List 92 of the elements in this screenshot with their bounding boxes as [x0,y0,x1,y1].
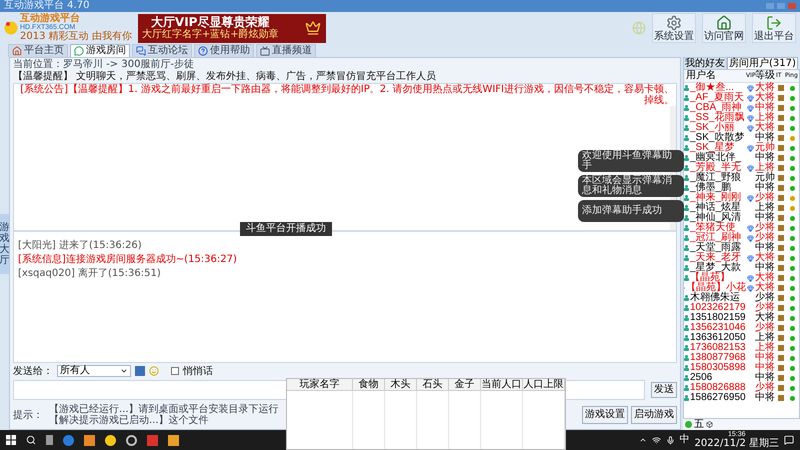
user-name: _笨猪天使 [690,223,736,233]
banner-subline: 大厅红字名字+蓝钻+爵炫勋章 [142,29,279,40]
chat-message: [系统信息]连接游戏房间服务器成功~(15:36:27) [18,254,238,265]
user-name: _SK_星梦 [690,143,734,153]
user-name: _星梦_大款 [690,263,742,273]
notification-text: 添加弹幕助手成功 [582,206,662,216]
user-name: 木翱佛朱运 [690,293,740,303]
user-name: 1586276950 [690,393,746,403]
user-level: 中将 [755,393,776,403]
user-level: 大将 [755,283,776,293]
user-name: 1580305898 [690,363,746,373]
user-name: 1580826888 [690,383,746,393]
user-name: 【晶苑】 [690,273,730,283]
send-to-label: 发送给： [13,364,53,378]
user-name: 1736082153 [690,343,746,353]
user-level: 大将 [755,253,776,263]
user-name: _AF_夏雨天 [690,93,744,103]
user-level: 少将 [755,233,776,243]
user-level: 上将 [755,113,776,123]
user-name: _御★叁... [690,83,734,93]
user-level: 中将 [755,153,776,163]
whisper-label: 悄悄话 [183,364,213,378]
user-name: 1351802159 [690,313,746,323]
user-level: 大将 [755,313,776,323]
window-title: 互动游戏平台 4.70 [4,0,90,12]
user-level: 中将 [755,373,776,383]
user-name: _神来_刚刚 [690,193,742,203]
user-level: 中将 [755,183,776,193]
clock-date: 2022/11/2 星期三 [694,439,779,449]
user-level: 少将 [755,303,776,313]
user-level: 中将 [755,263,776,273]
user-level: 上将 [755,343,776,353]
user-name: _魔江_野狼 [690,173,742,183]
user-level: 少将 [755,193,776,203]
sheet-column-header: 金子 [449,379,481,390]
notice: 【温馨提醒】 文明聊天，严禁恶骂、刷屏、发布外挂、病毒、广告，严禁冒仿冒充平台工作人员 [13,71,438,83]
user-level: 中将 [755,133,776,143]
breadcrumb: 当前位置：罗马帝川 -> 300服前厅-步徒 [13,58,196,70]
sheet-column-header: 食物 [353,379,385,390]
stream-toast: 斗鱼平台开播成功 [240,222,332,236]
sheet-column-header: 当前人口 [481,379,523,390]
user-level: 大将 [755,83,776,93]
user-name: 1363612050 [690,333,746,343]
user-level: 元帅 [755,173,776,183]
chat-message: [xsqaq020] 离开了(15:36:51) [18,268,162,279]
user-name: 2506 [690,373,712,383]
user-name: _天来_老牙 [690,253,742,263]
user-name: 【晶苑】小花 [686,283,746,293]
user-level: 少将 [755,223,776,233]
user-level: 中将 [755,103,776,113]
user-name: 1380877968 [690,353,746,363]
notification-text: 欢迎使用斗鱼弹幕助手 [582,151,673,171]
sheet-column-header: 石头 [417,379,449,390]
user-level: 中将 [755,243,776,253]
notification-text: 本区域会显示弹幕消息和礼物消息 [582,176,673,196]
user-level: 中将 [755,353,776,363]
user-name: _幽冥北伴_ [690,153,742,163]
user-level: 上将 [755,203,776,213]
sheet-column-header: 木头 [385,379,417,390]
user-name: _CBA_雨神 [690,103,742,113]
chat-message: [大阳光] 进来了(15:36:26) [18,240,143,251]
user-level: 中将 [755,363,776,373]
user-level: 少将 [755,323,776,333]
user-name: _天堂_雨露 [690,243,742,253]
user-level: 少将 [755,383,776,393]
column-header: 等级 [755,70,776,82]
user-level: 大将 [755,93,776,103]
user-name: 1356231046 [690,323,746,333]
user-level: 上将 [755,333,776,343]
tip-text: 【游戏已经运行...】请到桌面或平台安装目录下运行【解决提示游戏已启动...】这个文件 [49,404,280,426]
user-name: _佛墨_鹏 [690,183,732,193]
sheet-column-header: 人口上限 [523,379,565,390]
user-level: 元帅 [755,143,776,153]
user-name: _SS_花雨飘 [690,113,744,123]
user-name: _芳殿_半无 [690,163,742,173]
user-level: 中将 [755,213,776,223]
logo-slogan: 2013 精彩互动 由我有你 [20,32,132,42]
user-name: _SK_小丽 [690,123,734,133]
tip-label: 提示： [13,408,43,422]
logo-name: 互动游戏平台 [20,14,81,24]
sheet-column-header: 玩家名字 [287,379,353,390]
user-name: _SK_吹散梦 [690,133,744,143]
announcement: [系统公告]【温馨提醒】1. 游戏之前最好重启一下路由器，将能调整到最好的IP。2. 请勿使用热点或无线WIFI进行游戏，因信号不稳定，容易卡顿、掉线。 [19,84,675,106]
user-name: 1023262179 [690,303,746,313]
user-name: _冠江_刷神 [690,233,742,243]
banner-headline: 大厅VIP尽显尊贵荣耀 [150,16,270,29]
user-level: 少将 [755,293,776,303]
user-level: 大将 [755,123,776,133]
user-level: 大将 [755,273,776,283]
user-level: 上将 [755,163,776,173]
user-name: _神话_炫星 [690,203,742,213]
user-name: _神仙_风清 [690,213,742,223]
